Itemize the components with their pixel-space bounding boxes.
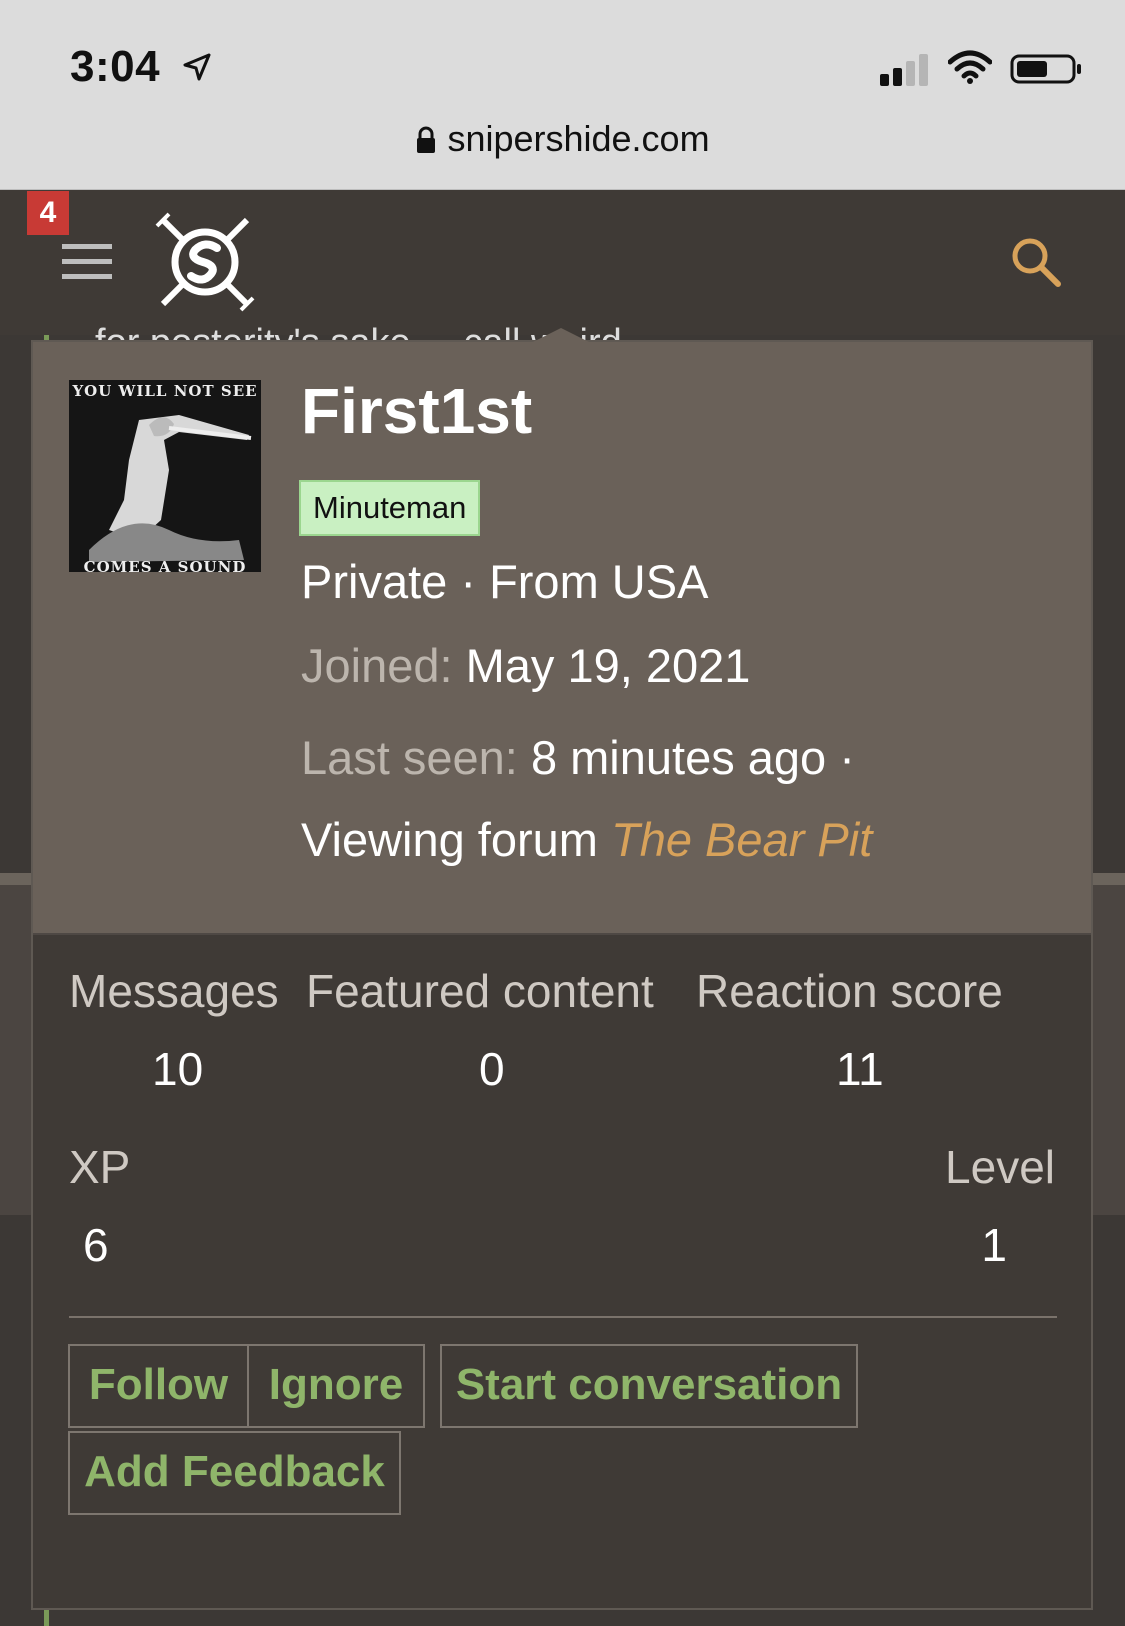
- browser-chrome: 3:04 snipershide.com: [0, 0, 1125, 190]
- member-title-line: Private · From USA: [301, 554, 708, 609]
- last-seen-value: 8 minutes ago ·: [530, 731, 855, 784]
- viewing-prefix: Viewing forum: [301, 813, 598, 866]
- featured-content-count[interactable]: 0: [479, 1042, 505, 1096]
- separator-dot: ·: [460, 555, 476, 608]
- start-conversation-button[interactable]: Start conversation: [440, 1344, 858, 1428]
- joined-date: May 19, 2021: [465, 639, 751, 692]
- xp-label: XP: [69, 1141, 131, 1193]
- address-bar[interactable]: snipershide.com: [0, 118, 1125, 160]
- featured-content-label: Featured content: [306, 965, 654, 1017]
- member-location: From USA: [489, 555, 709, 608]
- member-tooltip-card: YOU WILL NOT SEE COMES A SOUND First1st …: [31, 328, 1093, 1610]
- messages-count[interactable]: 10: [152, 1042, 203, 1096]
- follow-button[interactable]: Follow: [68, 1344, 249, 1428]
- add-feedback-button[interactable]: Add Feedback: [68, 1431, 401, 1515]
- battery-icon: [1010, 54, 1081, 84]
- ignore-button[interactable]: Ignore: [247, 1344, 425, 1428]
- member-rank: Private: [301, 555, 448, 608]
- avatar-caption-bottom: COMES A SOUND: [83, 558, 247, 572]
- menu-icon[interactable]: [62, 244, 112, 289]
- level-label: Level: [945, 1141, 1055, 1193]
- avatar-figure: [89, 415, 252, 562]
- role-badge: Minuteman: [299, 480, 481, 536]
- site-logo[interactable]: [155, 212, 255, 312]
- wifi-icon: [948, 50, 992, 84]
- avatar[interactable]: YOU WILL NOT SEE COMES A SOUND: [69, 380, 261, 572]
- reaction-score-label: Reaction score: [696, 965, 1003, 1017]
- lock-icon: [417, 126, 436, 153]
- url-text: snipershide.com: [447, 118, 710, 159]
- actions-divider: [69, 1316, 1057, 1318]
- cellular-signal-icon: [880, 52, 928, 86]
- notification-badge[interactable]: 4: [27, 191, 69, 235]
- status-time: 3:04: [70, 42, 161, 91]
- forum-link[interactable]: The Bear Pit: [611, 813, 872, 866]
- joined-label: Joined:: [301, 639, 453, 692]
- search-icon[interactable]: [1010, 236, 1062, 288]
- joined-line: Joined: May 19, 2021: [301, 638, 750, 693]
- member-header: YOU WILL NOT SEE COMES A SOUND First1st …: [33, 328, 1091, 935]
- last-seen-label: Last seen:: [301, 731, 518, 784]
- last-seen-line: Last seen: 8 minutes ago ·: [301, 730, 855, 785]
- location-arrow-icon: [183, 53, 211, 81]
- tooltip-caret: [533, 328, 589, 342]
- messages-label: Messages: [69, 965, 279, 1017]
- xp-value: 6: [83, 1219, 109, 1271]
- activity-line: Viewing forum The Bear Pit: [301, 812, 872, 867]
- reaction-score-value: 11: [836, 1043, 884, 1095]
- username-link[interactable]: First1st: [301, 374, 532, 448]
- level-value: 1: [981, 1219, 1007, 1271]
